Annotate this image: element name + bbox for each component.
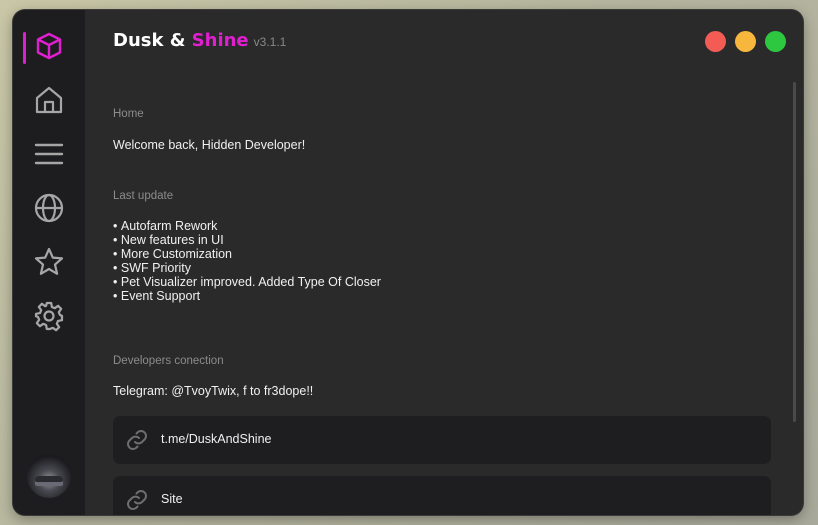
sidebar-item-favorites[interactable]	[13, 242, 85, 286]
list-item: Pet Visualizer improved. Added Type Of C…	[113, 275, 381, 289]
app-window: Dusk & Shine v3.1.1 Home Welcome back, Hi…	[13, 10, 803, 515]
telegram-link-card[interactable]: t.me/DuskAndShine	[113, 416, 771, 464]
link-icon	[127, 490, 147, 510]
avatar[interactable]	[27, 454, 71, 498]
sidebar	[13, 10, 85, 515]
star-icon	[33, 246, 65, 283]
list-item: More Customization	[113, 247, 381, 261]
welcome-text: Welcome back, Hidden Developer!	[113, 138, 306, 152]
sidebar-item-menu[interactable]	[13, 134, 85, 178]
home-icon	[33, 84, 65, 121]
sidebar-item-settings[interactable]	[13, 296, 85, 340]
globe-icon	[33, 192, 65, 229]
sidebar-item-globe[interactable]	[13, 188, 85, 232]
update-list: Autofarm Rework New features in UI More …	[113, 219, 381, 303]
cube-icon	[33, 30, 65, 67]
link-icon	[127, 430, 147, 450]
gear-icon	[33, 300, 65, 337]
list-item: Autofarm Rework	[113, 219, 381, 233]
scrollbar[interactable]	[793, 82, 796, 422]
telegram-text: Telegram: @TvoyTwix, f to fr3dope!!	[113, 384, 314, 398]
link-label: Site	[161, 492, 183, 506]
list-item: Event Support	[113, 289, 381, 303]
site-link-card[interactable]: Site	[113, 476, 771, 515]
last-update-section-label: Last update	[113, 190, 174, 202]
list-item: SWF Priority	[113, 261, 381, 275]
main-content: Home Welcome back, Hidden Developer! Las…	[113, 10, 773, 515]
link-label: t.me/DuskAndShine	[161, 432, 272, 446]
home-section-label: Home	[113, 108, 144, 120]
menu-icon	[33, 138, 65, 175]
sidebar-item-cube[interactable]	[13, 26, 85, 70]
developers-section-label: Developers conection	[113, 355, 224, 367]
list-item: New features in UI	[113, 233, 381, 247]
sidebar-item-home[interactable]	[13, 80, 85, 124]
